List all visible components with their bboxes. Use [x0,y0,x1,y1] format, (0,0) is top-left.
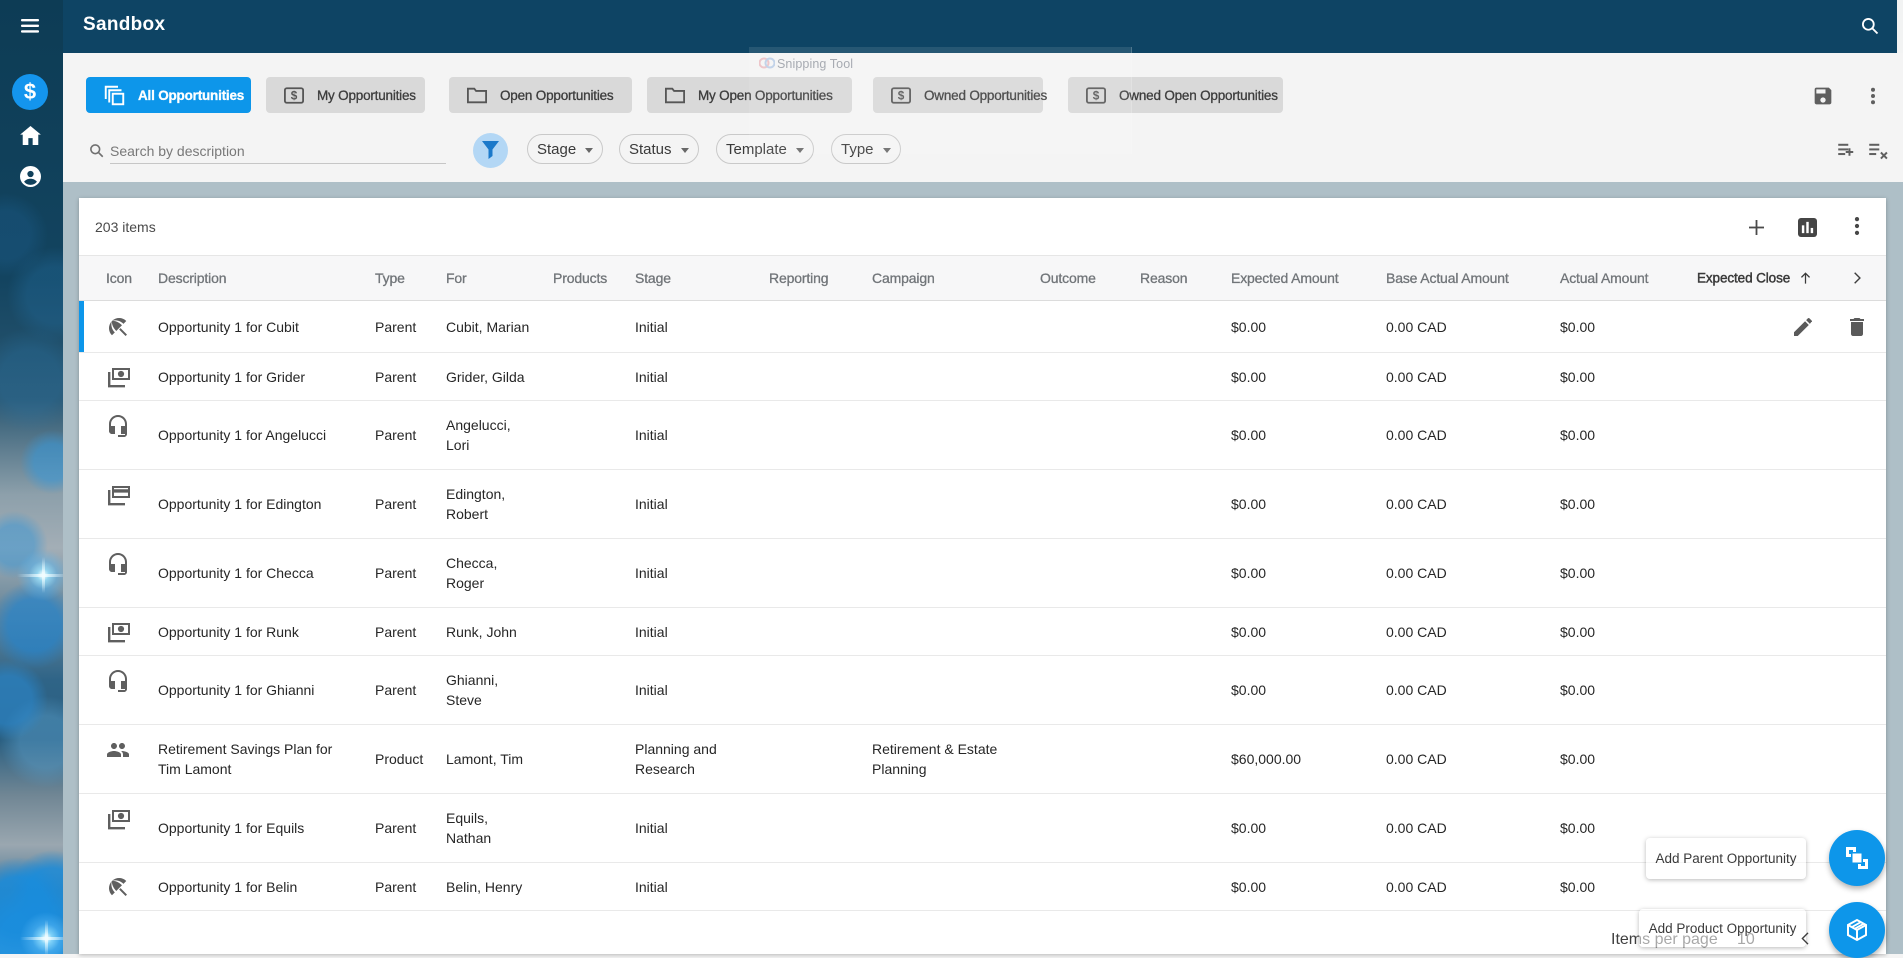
svg-text:$: $ [291,88,298,102]
